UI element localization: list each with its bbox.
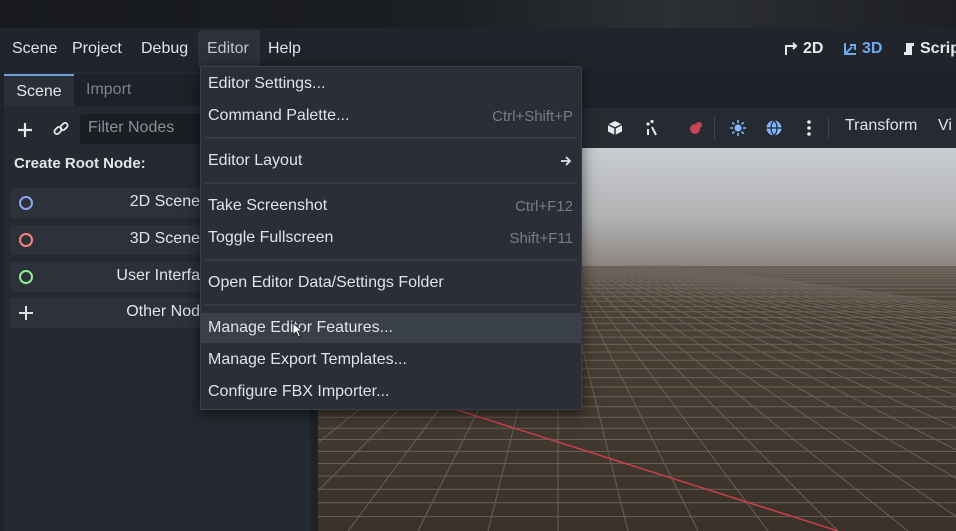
menu-separator (205, 182, 577, 184)
add-node-icon[interactable] (16, 121, 34, 139)
menu-scene[interactable]: Scene (12, 40, 57, 58)
more-options-icon[interactable] (804, 119, 814, 137)
tab-import[interactable]: Import (86, 74, 156, 106)
menu-item-configure-fbx-importer[interactable]: Configure FBX Importer... (201, 377, 581, 407)
menu-item-take-screenshot[interactable]: Take Screenshot Ctrl+F12 (201, 191, 581, 221)
control-icon (19, 270, 33, 284)
menu-item-label: Editor Settings... (208, 75, 326, 92)
view-menu[interactable]: Vi (938, 117, 952, 135)
menu-help[interactable]: Help (268, 40, 301, 58)
tab-scene[interactable]: Scene (4, 74, 74, 106)
script-icon (904, 43, 914, 55)
menu-item-label: Open Editor Data/Settings Folder (208, 274, 444, 291)
editor-menu-dropdown: Editor Settings... Command Palette... Ct… (200, 66, 582, 410)
sun-icon[interactable] (729, 119, 747, 137)
create-root-node-label: Create Root Node: (14, 155, 146, 172)
shortcut-label: Shift+F11 (509, 230, 573, 247)
menu-project[interactable]: Project (72, 40, 122, 58)
3d-icon (844, 43, 856, 55)
window-top-strip (0, 0, 956, 28)
menu-separator (205, 304, 577, 306)
workspace-script-button[interactable]: Scrip (902, 40, 956, 58)
menu-editor[interactable]: Editor (207, 40, 249, 58)
shortcut-label: Ctrl+F12 (515, 198, 573, 215)
menu-item-toggle-fullscreen[interactable]: Toggle Fullscreen Shift+F11 (201, 223, 581, 253)
2d-icon (785, 42, 798, 55)
mouse-cursor-icon (292, 322, 304, 338)
menu-item-editor-settings[interactable]: Editor Settings... (201, 69, 581, 99)
environment-globe-icon[interactable] (765, 119, 783, 137)
menu-item-label: Manage Export Templates... (208, 351, 407, 368)
submenu-arrow-icon (561, 156, 572, 166)
node-label: Other Nod (126, 303, 200, 320)
menu-item-open-editor-data-folder[interactable]: Open Editor Data/Settings Folder (201, 268, 581, 298)
menu-item-label: Toggle Fullscreen (208, 229, 334, 246)
menu-item-manage-export-templates[interactable]: Manage Export Templates... (201, 345, 581, 375)
node3d-icon (19, 233, 33, 247)
menu-separator (205, 137, 577, 139)
shortcut-label: Ctrl+Shift+P (492, 108, 573, 125)
workspace-script-label: Scrip (920, 40, 956, 57)
workspace-2d-button[interactable]: 2D (783, 40, 823, 58)
menu-item-command-palette[interactable]: Command Palette... Ctrl+Shift+P (201, 101, 581, 131)
menu-item-label: Editor Layout (208, 152, 303, 169)
filter-nodes-input[interactable]: Filter Nodes (80, 114, 205, 144)
workspace-2d-label: 2D (803, 40, 824, 57)
workspace-3d-label: 3D (862, 40, 883, 57)
workspace-3d-button[interactable]: 3D (842, 40, 882, 58)
particles-icon[interactable] (686, 119, 704, 137)
menu-debug[interactable]: Debug (141, 40, 188, 58)
menu-item-editor-layout[interactable]: Editor Layout (201, 146, 581, 176)
menu-item-label: Take Screenshot (208, 197, 328, 214)
toolbar-separator (714, 116, 715, 140)
menu-item-manage-editor-features[interactable]: Manage Editor Features... (201, 313, 581, 343)
cube-icon[interactable] (606, 119, 624, 137)
transform-menu[interactable]: Transform (845, 117, 917, 135)
menu-separator (205, 259, 577, 261)
menu-item-label: Configure FBX Importer... (208, 383, 390, 400)
node-label: 2D Scene (129, 193, 200, 210)
node-label: 3D Scene (129, 230, 200, 247)
menu-item-label: Command Palette... (208, 107, 350, 124)
node-label: User Interfa (116, 267, 200, 284)
snap-icon[interactable] (643, 119, 661, 137)
link-icon[interactable] (52, 120, 70, 138)
toolbar-separator (828, 116, 829, 140)
add-icon (19, 306, 33, 320)
node2d-icon (19, 196, 33, 210)
